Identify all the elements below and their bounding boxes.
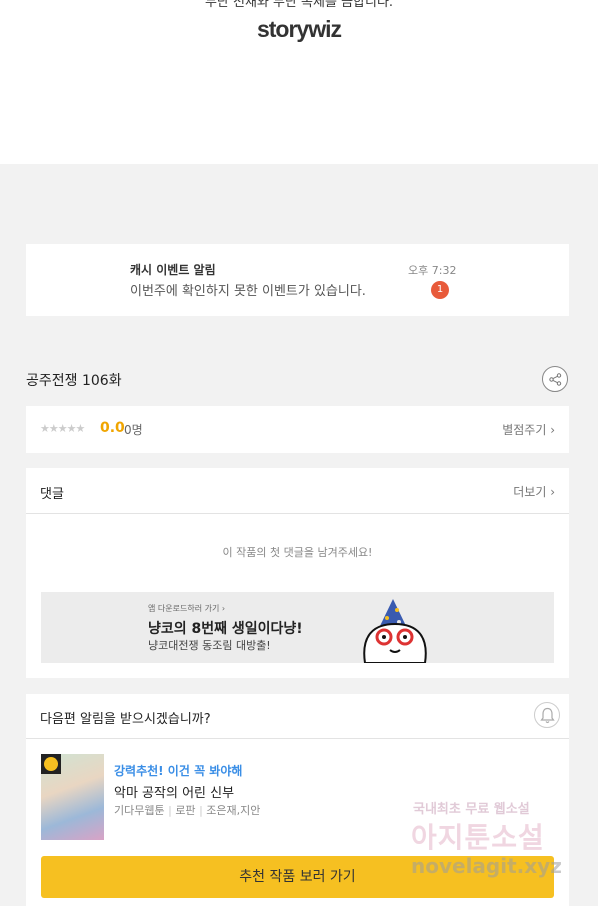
- notification-toggle-button[interactable]: [534, 702, 560, 728]
- watermark-line3: novelagit.xyz: [411, 854, 562, 878]
- work-genre: 로판: [175, 804, 196, 817]
- comments-header: 댓글: [40, 487, 64, 502]
- watermark: 국내최초 무료 웹소설 아지툰소설 novelagit.xyz: [408, 798, 598, 888]
- episode-title: 공주전쟁 106화: [26, 373, 122, 389]
- subscribe-question: 다음편 알림을 받으시겠습니까?: [40, 712, 211, 727]
- banner-download-link: 앱 다운로드하러 가기 ›: [148, 604, 226, 613]
- watermark-line1: 국내최초 무료 웹소설: [413, 802, 530, 817]
- notification-card[interactable]: 캐시 이벤트 알림 이번주에 확인하지 못한 이벤트가 있습니다. 오후 7:3…: [26, 244, 569, 316]
- top-section: 무단 전재와 무단 복제를 금합니다. storywiz: [0, 0, 598, 164]
- work-authors: 조은재,지안: [206, 804, 261, 817]
- recommend-tag: 강력추천! 이건 꼭 봐야해: [114, 764, 243, 778]
- notification-badge: 1: [431, 281, 449, 299]
- notification-message: 이번주에 확인하지 못한 이벤트가 있습니다.: [130, 284, 366, 299]
- banner-subtitle: 냥코대전쟁 동조림 대방출!: [148, 639, 271, 652]
- rating-card: ★★★★★ 0.0 0명 별점주기 ›: [26, 406, 569, 453]
- rating-count: 0명: [124, 423, 143, 437]
- comments-card: 댓글 더보기 › 이 작품의 첫 댓글을 남겨주세요! 앱 다운로드하러 가기 …: [26, 468, 569, 678]
- storywiz-logo: storywiz: [256, 16, 342, 42]
- divider: [26, 513, 569, 514]
- comments-more-button[interactable]: 더보기 ›: [513, 483, 555, 500]
- rating-stars: ★★★★★: [40, 422, 85, 435]
- banner-title: 냥코의 8번째 생일이다냥!: [148, 621, 303, 637]
- share-icon: [549, 373, 562, 386]
- divider: [26, 738, 569, 739]
- rate-button[interactable]: 별점주기 ›: [502, 421, 555, 438]
- work-title[interactable]: 악마 공작의 어린 신부: [114, 782, 234, 801]
- work-thumbnail[interactable]: [41, 754, 104, 840]
- watermark-line2: 아지툰소설: [411, 821, 545, 854]
- notification-title: 캐시 이벤트 알림: [130, 263, 216, 277]
- work-meta: 기다무웹툰 | 로판 | 조은재,지안: [114, 804, 261, 817]
- cat-mascot-icon: [363, 599, 427, 663]
- bell-icon: [540, 707, 555, 724]
- clock-icon: [41, 754, 61, 774]
- notification-time: 오후 7:32: [408, 264, 457, 277]
- work-category: 기다무웹툰: [114, 804, 165, 817]
- share-button[interactable]: [542, 366, 568, 392]
- ad-banner[interactable]: 앱 다운로드하러 가기 › 냥코의 8번째 생일이다냥! 냥코대전쟁 동조림 대…: [41, 592, 554, 663]
- copyright-notice: 무단 전재와 무단 복제를 금합니다.: [204, 0, 394, 10]
- rating-score: 0.0: [100, 420, 125, 436]
- empty-comments-message: 이 작품의 첫 댓글을 남겨주세요!: [222, 546, 373, 559]
